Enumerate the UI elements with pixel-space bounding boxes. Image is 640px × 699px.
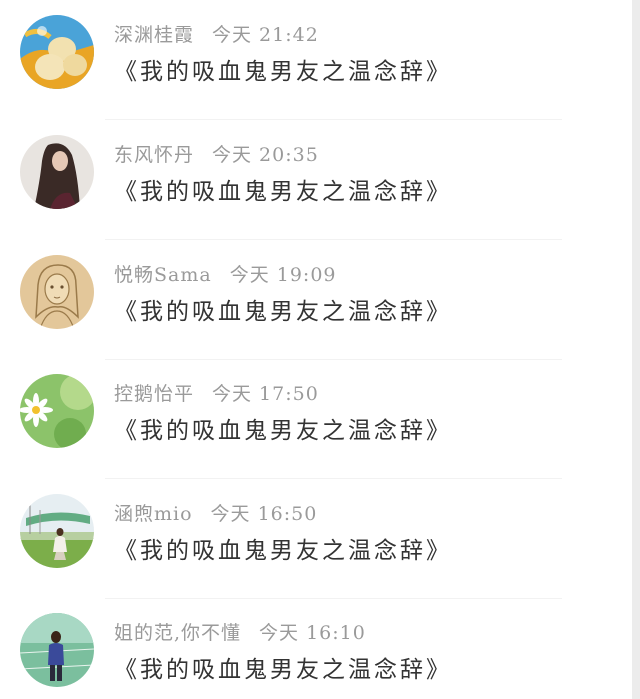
daisy-flower-avatar[interactable] — [20, 374, 94, 448]
username[interactable]: 深渊桂霞 — [114, 24, 194, 46]
list-item[interactable]: 深渊桂霞 今天 21:42 《我的吸血鬼男友之温念辞》 — [0, 0, 632, 120]
blue-jacket-girl-avatar[interactable] — [20, 613, 94, 687]
timestamp: 今天 16:10 — [259, 622, 366, 644]
list-item[interactable]: 悦畅Sama 今天 19:09 《我的吸血鬼男友之温念辞》 — [0, 240, 632, 360]
field-girl-avatar[interactable] — [20, 494, 94, 568]
list-item[interactable]: 控鹅怡平 今天 17:50 《我的吸血鬼男友之温念辞》 — [0, 359, 632, 479]
message-text: 《我的吸血鬼男友之温念辞》 — [114, 59, 452, 85]
timestamp: 今天 16:50 — [210, 503, 318, 525]
message-text: 《我的吸血鬼男友之温念辞》 — [114, 179, 452, 205]
message-text: 《我的吸血鬼男友之温念辞》 — [114, 538, 452, 564]
message-meta: 深渊桂霞 今天 21:42 — [114, 20, 319, 47]
message-meta: 姐的范,你不懂 今天 16:10 — [114, 618, 366, 645]
list-item[interactable]: 涵煦mio 今天 16:50 《我的吸血鬼男友之温念辞》 — [0, 479, 632, 599]
message-text: 《我的吸血鬼男友之温念辞》 — [114, 418, 452, 444]
username[interactable]: 涵煦mio — [114, 503, 193, 525]
scrollbar[interactable] — [632, 0, 640, 699]
username[interactable]: 控鹅怡平 — [114, 383, 194, 405]
timestamp: 今天 21:42 — [212, 24, 319, 46]
list-item[interactable]: 姐的范,你不懂 今天 16:10 《我的吸血鬼男友之温念辞》 — [0, 598, 632, 699]
sketch-girl-avatar[interactable] — [20, 255, 94, 329]
message-meta: 悦畅Sama 今天 19:09 — [114, 260, 337, 287]
username[interactable]: 悦畅Sama — [114, 264, 212, 286]
message-meta: 控鹅怡平 今天 17:50 — [114, 379, 319, 406]
message-feed: 深渊桂霞 今天 21:42 《我的吸血鬼男友之温念辞》 东风怀丹 今天 20:35 … — [0, 0, 632, 699]
long-hair-girl-avatar[interactable] — [20, 135, 94, 209]
message-meta: 东风怀丹 今天 20:35 — [114, 140, 319, 167]
eggs-photo-avatar[interactable] — [20, 15, 94, 89]
timestamp: 今天 20:35 — [212, 144, 319, 166]
message-text: 《我的吸血鬼男友之温念辞》 — [114, 657, 452, 683]
timestamp: 今天 19:09 — [229, 264, 337, 286]
list-item[interactable]: 东风怀丹 今天 20:35 《我的吸血鬼男友之温念辞》 — [0, 120, 632, 240]
username[interactable]: 姐的范,你不懂 — [114, 622, 241, 644]
timestamp: 今天 17:50 — [212, 383, 319, 405]
username[interactable]: 东风怀丹 — [114, 144, 194, 166]
message-text: 《我的吸血鬼男友之温念辞》 — [114, 299, 452, 325]
message-meta: 涵煦mio 今天 16:50 — [114, 499, 317, 526]
